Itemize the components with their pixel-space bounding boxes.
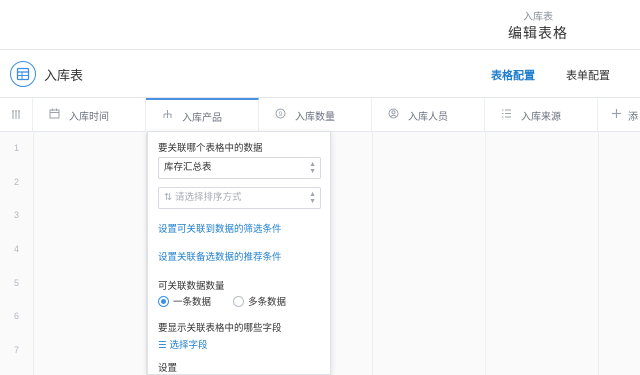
add-column-button[interactable]: 添 [598, 98, 640, 132]
row-number: 1 [13, 143, 19, 153]
radio-multiple[interactable]: 多条数据 [233, 294, 286, 308]
table-icon [10, 61, 36, 87]
column-header-product[interactable]: 入库产品 [146, 98, 259, 132]
tab-table-config[interactable]: 表格配置 [491, 67, 535, 83]
settings-label: 设置 [158, 363, 178, 374]
page-title: 编辑表格 [508, 25, 568, 41]
radio-label: 一条数据 [173, 297, 212, 308]
related-table-select[interactable]: 库存汇总表 ▲ ▼ [158, 157, 321, 179]
select-fields-label: 选择字段 [169, 340, 208, 351]
row-number: 4 [13, 244, 19, 255]
grid-header: 入库时间 入库产品 9 入库数量 入库人员 入库来源 添 [0, 98, 640, 132]
column-settings-icon[interactable] [0, 98, 33, 132]
select-arrows-icon: ▲ ▼ [309, 161, 316, 175]
radio-single[interactable]: 一条数据 [158, 294, 211, 308]
column-label: 入库来源 [521, 111, 561, 123]
column-header-person[interactable]: 入库人员 [372, 98, 485, 132]
fields-label: 要显示关联表格中的哪些字段 [158, 323, 282, 334]
tab-form-config[interactable]: 表单配置 [566, 67, 610, 83]
top-header: 入库表 编辑表格 [0, 0, 640, 50]
count-label: 可关联数据数量 [158, 281, 225, 292]
column-header-time[interactable]: 入库时间 [33, 98, 146, 132]
column-header-source[interactable]: 入库来源 [485, 98, 598, 132]
select-fields-link[interactable]: ☰ 选择字段 [158, 337, 208, 351]
svg-text:9: 9 [278, 111, 282, 118]
column-header-quantity[interactable]: 9 入库数量 [259, 98, 372, 132]
select-arrows-icon: ▲ ▼ [309, 191, 316, 205]
person-icon [387, 108, 399, 122]
row-number: 7 [13, 345, 19, 356]
page-subtitle: 入库表 [523, 12, 553, 23]
sort-select[interactable]: ⇅ 请选择排序方式 ▲ ▼ [158, 187, 321, 209]
count-radio-group: 一条数据 多条数据 [158, 294, 308, 308]
radio-unchecked-icon [233, 295, 245, 307]
number-icon: 9 [274, 108, 286, 122]
list-icon: ☰ [158, 340, 167, 351]
calendar-icon [48, 108, 60, 122]
related-table-value: 库存汇总表 [164, 162, 212, 173]
row-number: 2 [13, 176, 19, 187]
column-label: 入库数量 [295, 111, 335, 123]
form-name: 入库表 [44, 68, 84, 83]
sort-icon: ⇅ [164, 192, 172, 203]
related-table-label: 要关联哪个表格中的数据 [158, 143, 263, 154]
column-config-panel: 要关联哪个表格中的数据 库存汇总表 ▲ ▼ ⇅ 请选择排序方式 ▲ ▼ 设置可关联到数… [147, 131, 331, 375]
form-bar: 入库表 表格配置 表单配置 [0, 51, 640, 97]
plus-icon [610, 108, 622, 122]
row-number: 3 [13, 210, 19, 221]
radio-label: 多条数据 [248, 297, 287, 308]
column-label: 添 [628, 111, 638, 123]
relation-icon [161, 109, 173, 123]
column-label: 入库时间 [69, 111, 109, 123]
filter-condition-link[interactable]: 设置可关联到数据的筛选条件 [158, 221, 282, 235]
recommend-condition-link[interactable]: 设置关联备选数据的推荐条件 [158, 249, 282, 263]
sort-placeholder: 请选择排序方式 [174, 192, 242, 203]
row-number: 5 [13, 277, 19, 288]
column-label: 入库产品 [182, 112, 222, 124]
list-icon [500, 108, 512, 122]
page-title-block: 入库表 编辑表格 [498, 11, 578, 42]
row-number: 6 [13, 311, 19, 322]
radio-checked-icon [158, 295, 169, 307]
column-label: 入库人员 [408, 111, 448, 123]
row-numbers: 1 2 3 4 5 6 7 [0, 132, 33, 368]
